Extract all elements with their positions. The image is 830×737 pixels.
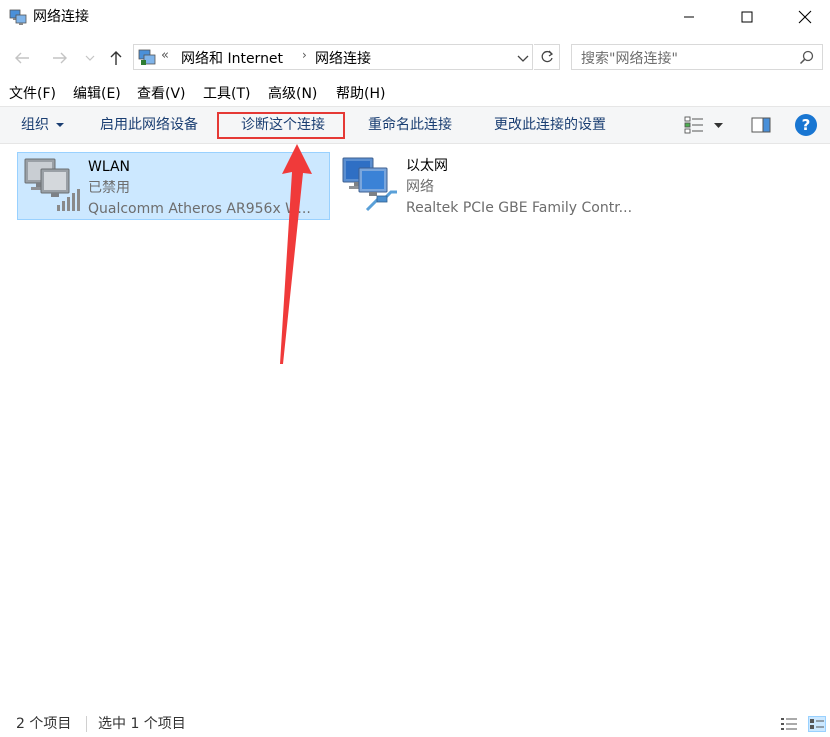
menu-tools[interactable]: 工具(T) — [203, 84, 250, 104]
back-button[interactable] — [10, 46, 34, 70]
close-button[interactable] — [782, 0, 828, 34]
chevron-down-icon[interactable] — [516, 51, 530, 65]
connection-name: 以太网 — [406, 158, 448, 174]
annotation-highlight-box — [217, 112, 345, 139]
menu-file[interactable]: 文件(F) — [9, 84, 56, 104]
connection-item-ethernet[interactable]: 以太网 网络 Realtek PCIe GBE Family Contr... — [336, 152, 646, 220]
up-button[interactable] — [104, 46, 128, 70]
minimize-button[interactable] — [666, 0, 712, 34]
network-connections-icon — [9, 9, 27, 25]
search-icon — [799, 50, 814, 65]
rename-connection-button[interactable]: 重命名此连接 — [368, 115, 452, 135]
refresh-button[interactable] — [534, 44, 560, 70]
arrow-right-icon — [53, 52, 67, 64]
status-item-count: 2 个项目 — [16, 716, 72, 732]
minimize-icon — [684, 16, 694, 18]
caret-down-icon[interactable] — [714, 122, 723, 129]
breadcrumb-network-connections[interactable]: 网络连接 — [315, 48, 371, 68]
connection-name: WLAN — [88, 159, 131, 175]
maximize-button[interactable] — [724, 0, 770, 34]
chevron-down-icon — [85, 55, 95, 61]
breadcrumb-separator[interactable]: › — [302, 48, 307, 62]
organize-button[interactable]: 组织 — [21, 115, 49, 135]
menu-view[interactable]: 查看(V) — [137, 84, 186, 104]
connection-status: 网络 — [406, 179, 434, 195]
change-settings-button[interactable]: 更改此连接的设置 — [494, 115, 606, 135]
address-bar[interactable]: « 网络和 Internet › 网络连接 — [133, 44, 533, 70]
details-view-icon[interactable] — [780, 716, 798, 732]
tiles-view-icon[interactable] — [808, 716, 826, 732]
search-input[interactable]: 搜索"网络连接" — [571, 44, 823, 70]
window-title: 网络连接 — [33, 9, 89, 25]
connection-device: Realtek PCIe GBE Family Contr... — [406, 200, 633, 216]
status-divider — [86, 716, 87, 732]
change-view-icon[interactable] — [684, 115, 704, 135]
maximize-icon — [741, 11, 753, 23]
wireless-network-icon — [24, 158, 80, 211]
menu-bar — [0, 82, 830, 106]
recent-locations-button[interactable] — [82, 46, 98, 70]
close-icon — [798, 10, 812, 24]
ethernet-network-icon — [342, 157, 397, 212]
menu-advanced[interactable]: 高级(N) — [268, 84, 317, 104]
arrow-left-icon — [15, 52, 29, 64]
help-icon[interactable]: ? — [795, 114, 817, 136]
enable-device-button[interactable]: 启用此网络设备 — [100, 115, 198, 135]
address-overflow-chevron[interactable]: « — [161, 48, 169, 63]
connection-status: 已禁用 — [88, 180, 130, 196]
preview-pane-icon[interactable] — [751, 116, 771, 134]
status-selected-count: 选中 1 个项目 — [98, 716, 186, 732]
refresh-icon — [541, 50, 553, 63]
forward-button[interactable] — [48, 46, 72, 70]
menu-help[interactable]: 帮助(H) — [336, 84, 385, 104]
search-placeholder: 搜索"网络连接" — [581, 51, 678, 67]
arrow-up-icon — [110, 51, 122, 65]
annotation-arrow — [280, 144, 312, 364]
control-panel-icon — [138, 49, 156, 65]
breadcrumb-network-internet[interactable]: 网络和 Internet — [181, 48, 283, 68]
menu-edit[interactable]: 编辑(E) — [73, 84, 121, 104]
caret-down-icon[interactable] — [56, 121, 64, 129]
